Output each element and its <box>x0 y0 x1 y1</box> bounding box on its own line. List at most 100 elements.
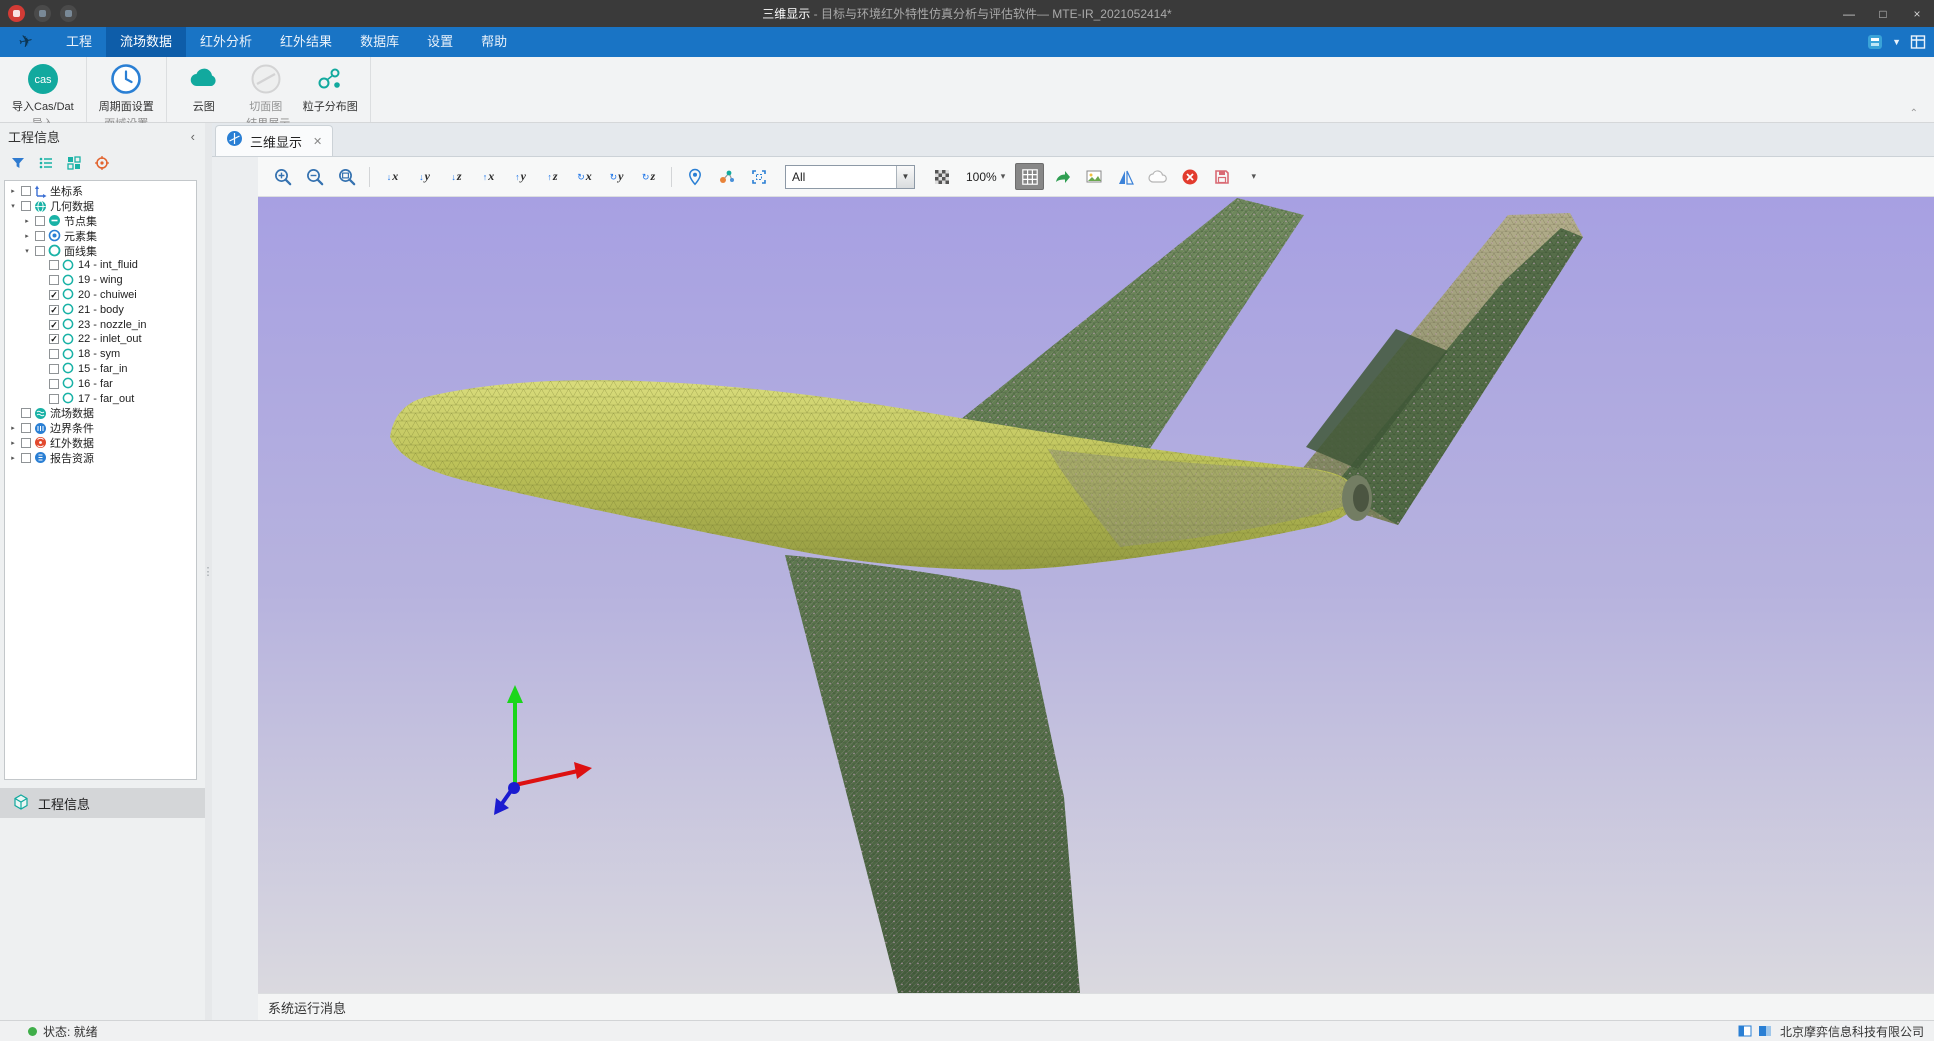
close-button[interactable]: × <box>1900 0 1934 27</box>
tree-item[interactable]: ✓21 - body <box>5 302 196 317</box>
texture-button[interactable] <box>927 163 956 190</box>
tree-item[interactable]: 17 - far_out <box>5 391 196 406</box>
rotate-y-button[interactable]: ↻y <box>602 163 631 190</box>
tree-checkbox[interactable]: ✓ <box>49 334 59 344</box>
tree-item[interactable]: 18 - sym <box>5 347 196 362</box>
tree-checkbox[interactable]: ✓ <box>49 290 59 300</box>
quick-undo-button[interactable] <box>60 5 77 22</box>
tree-item[interactable]: ▸节点集 <box>5 214 196 229</box>
tree-checkbox[interactable] <box>21 438 31 448</box>
tree-item[interactable]: 16 - far <box>5 376 196 391</box>
tree-expander-icon[interactable]: ▸ <box>8 454 18 462</box>
contour-map-button[interactable]: 云图 <box>179 62 229 114</box>
locate-point-button[interactable] <box>680 163 709 190</box>
zoom-level-select[interactable]: 100%▾ <box>966 170 1005 184</box>
tree-checkbox[interactable] <box>21 408 31 418</box>
entity-filter-select[interactable]: All▼ <box>785 165 915 189</box>
menubar-dropdown-button[interactable]: ▼ <box>1892 37 1901 47</box>
tree-checkbox[interactable] <box>35 231 45 241</box>
dropdown-arrow-icon[interactable]: ▼ <box>896 166 914 188</box>
grid-toggle-button[interactable] <box>1015 163 1044 190</box>
layout-left-icon[interactable] <box>1738 1024 1752 1038</box>
box-select-button[interactable] <box>744 163 773 190</box>
maximize-button[interactable]: □ <box>1866 0 1900 27</box>
quick-save-button[interactable] <box>34 5 51 22</box>
ribbon-collapse-icon[interactable]: ⌃ <box>1910 108 1918 119</box>
tree-checkbox[interactable] <box>49 394 59 404</box>
tree-checkbox[interactable] <box>49 364 59 374</box>
tree-item[interactable]: 流场数据 <box>5 406 196 421</box>
zoom-out-button[interactable] <box>300 163 329 190</box>
tree-checkbox[interactable] <box>49 260 59 270</box>
tree-expander-icon[interactable]: ▾ <box>8 202 18 210</box>
tab-3d-view[interactable]: 三维显示 ✕ <box>215 125 333 156</box>
tree-checkbox[interactable] <box>21 186 31 196</box>
panel-collapse-button[interactable]: ‹ <box>191 129 195 144</box>
tab-close-icon[interactable]: ✕ <box>313 135 322 148</box>
tree-item[interactable]: ▾几何数据 <box>5 199 196 214</box>
view-z-up-button[interactable]: ↑z <box>538 163 567 190</box>
tree-item[interactable]: ▸边界条件 <box>5 421 196 436</box>
tab-settings[interactable]: 设置 <box>413 27 467 57</box>
3d-viewport[interactable] <box>258 197 1934 993</box>
tree-checkbox[interactable] <box>21 201 31 211</box>
grid-view-button[interactable] <box>66 155 82 171</box>
tree-expander-icon[interactable]: ▾ <box>22 247 32 255</box>
tree-item[interactable]: ▸元素集 <box>5 228 196 243</box>
rotate-x-button[interactable]: ↻x <box>570 163 599 190</box>
tree-checkbox[interactable] <box>21 423 31 433</box>
tree-item[interactable]: 15 - far_in <box>5 362 196 377</box>
view-x-down-button[interactable]: ↓x <box>378 163 407 190</box>
app-menu-button[interactable] <box>8 5 25 22</box>
tree-expander-icon[interactable]: ▸ <box>8 439 18 447</box>
cloud-display-button[interactable] <box>1143 163 1172 190</box>
export-view-button[interactable] <box>1047 163 1076 190</box>
tree-checkbox[interactable] <box>35 246 45 256</box>
tab-ir-result[interactable]: 红外结果 <box>266 27 346 57</box>
tree-item[interactable]: ✓22 - inlet_out <box>5 332 196 347</box>
tree-expander-icon[interactable]: ▸ <box>8 187 18 195</box>
save-view-button[interactable] <box>1207 163 1236 190</box>
view-y-up-button[interactable]: ↑y <box>506 163 535 190</box>
particle-map-button[interactable]: 粒子分布图 <box>303 62 358 114</box>
mirror-button[interactable] <box>1111 163 1140 190</box>
tree-item[interactable]: ✓23 - nozzle_in <box>5 317 196 332</box>
zoom-fit-button[interactable] <box>332 163 361 190</box>
view-z-down-button[interactable]: ↓z <box>442 163 471 190</box>
view-y-down-button[interactable]: ↓y <box>410 163 439 190</box>
tree-item[interactable]: ✓20 - chuiwei <box>5 288 196 303</box>
tree-expander-icon[interactable]: ▸ <box>8 424 18 432</box>
tree-checkbox[interactable] <box>49 379 59 389</box>
save-view-dropdown[interactable]: ▾ <box>1239 163 1268 190</box>
tree-checkbox[interactable]: ✓ <box>49 305 59 315</box>
tree-checkbox[interactable] <box>49 275 59 285</box>
tab-help[interactable]: 帮助 <box>467 27 521 57</box>
filter-button[interactable] <box>10 155 26 171</box>
minimize-button[interactable]: — <box>1832 0 1866 27</box>
tree-checkbox[interactable] <box>35 216 45 226</box>
import-cas-dat-button[interactable]: cas导入Cas/Dat <box>12 62 74 114</box>
tree-checkbox[interactable] <box>49 349 59 359</box>
skin-button[interactable] <box>1867 34 1883 50</box>
layout-button[interactable] <box>1910 34 1926 50</box>
tree-item[interactable]: 14 - int_fluid <box>5 258 196 273</box>
rotate-z-button[interactable]: ↻z <box>634 163 663 190</box>
tree-item[interactable]: ▸报告资源 <box>5 450 196 465</box>
tab-flow-data[interactable]: 流场数据 <box>106 27 186 57</box>
tree-item[interactable]: ▸坐标系 <box>5 184 196 199</box>
panel-footer-tab[interactable]: 工程信息 <box>0 788 205 818</box>
particle-trace-button[interactable] <box>712 163 741 190</box>
tab-project[interactable]: 工程 <box>52 27 106 57</box>
locate-button[interactable] <box>94 155 110 171</box>
list-view-button[interactable] <box>38 155 54 171</box>
layout-right-icon[interactable] <box>1758 1024 1772 1038</box>
clear-view-button[interactable] <box>1175 163 1204 190</box>
tree-checkbox[interactable]: ✓ <box>49 320 59 330</box>
zoom-in-button[interactable] <box>268 163 297 190</box>
tree-checkbox[interactable] <box>21 453 31 463</box>
tree-item[interactable]: ▸红外数据 <box>5 436 196 451</box>
panel-splitter[interactable]: ⋮ <box>205 123 212 1020</box>
periodic-face-button[interactable]: 周期面设置 <box>99 62 154 114</box>
snapshot-button[interactable] <box>1079 163 1108 190</box>
tree-expander-icon[interactable]: ▸ <box>22 217 32 225</box>
